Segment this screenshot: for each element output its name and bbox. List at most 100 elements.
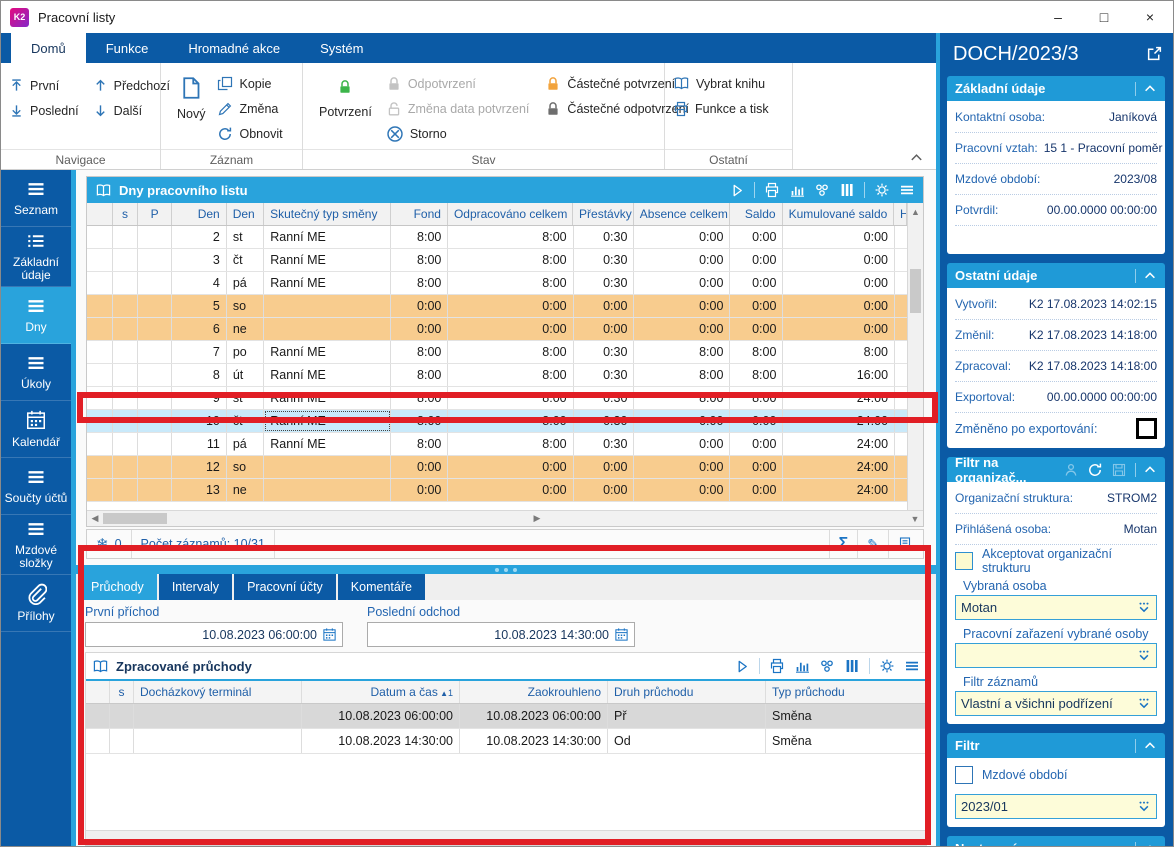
columns-toolbar-icon[interactable] <box>844 658 860 674</box>
combo-value[interactable]: 2023/01 <box>955 794 1157 819</box>
section-header-zakladni[interactable]: Základní údaje <box>947 76 1165 101</box>
cell[interactable]: 16:00 <box>783 364 895 386</box>
cell[interactable] <box>113 364 139 386</box>
gear-toolbar-icon[interactable] <box>879 658 895 674</box>
table-row-day-9[interactable]: 9stRanní ME8:008:000:308:008:0024:00 <box>87 387 907 410</box>
cell[interactable] <box>895 341 907 363</box>
cell[interactable] <box>895 318 907 340</box>
dropdown-icon[interactable] <box>1137 697 1151 711</box>
cell[interactable] <box>113 456 139 478</box>
menu-toolbar-icon[interactable] <box>904 658 920 674</box>
column-header-Přestávky[interactable]: Přestávky <box>573 203 634 225</box>
cell[interactable]: 0:00 <box>634 272 730 294</box>
passage-row[interactable]: 10.08.2023 06:00:0010.08.2023 06:00:00Př… <box>86 704 926 729</box>
cell[interactable] <box>113 226 139 248</box>
cell[interactable] <box>895 272 907 294</box>
cell[interactable]: 0:00 <box>730 318 783 340</box>
storno-button[interactable]: Storno <box>386 121 530 146</box>
cell[interactable]: 0:00 <box>391 479 448 501</box>
cell[interactable]: so <box>227 295 264 317</box>
minimize-button[interactable]: – <box>1035 1 1081 33</box>
note-add-button[interactable] <box>888 530 923 558</box>
edit-button[interactable]: ✎ <box>857 530 888 558</box>
table-row-day-5[interactable]: 5so0:000:000:000:000:000:00 <box>87 295 907 318</box>
tab-syst-m[interactable]: Systém <box>300 33 383 63</box>
column-header-Den[interactable]: Den <box>227 203 264 225</box>
cell[interactable]: 0:00 <box>634 295 730 317</box>
cell[interactable]: Př <box>608 704 766 728</box>
combo-pracovn-za-azen-vybran-osoby[interactable] <box>955 643 1157 668</box>
cell[interactable] <box>138 341 172 363</box>
splitter-handle[interactable] <box>76 565 936 574</box>
column-header-s[interactable]: s <box>113 203 139 225</box>
cell[interactable]: 8:00 <box>448 364 573 386</box>
cell[interactable] <box>138 456 172 478</box>
column-header-Ho[interactable]: Ho <box>894 203 907 225</box>
cell[interactable]: 24:00 <box>783 410 895 432</box>
cell[interactable]: Ranní ME <box>264 272 391 294</box>
passage-row[interactable]: 10.08.2023 14:30:0010.08.2023 14:30:00Od… <box>86 729 926 754</box>
cell[interactable]: 8:00 <box>783 341 895 363</box>
cell[interactable]: 24:00 <box>783 387 895 409</box>
calendar-icon[interactable] <box>322 627 337 642</box>
popout-icon[interactable] <box>1146 45 1163 62</box>
cell[interactable]: 8:00 <box>730 341 783 363</box>
cell[interactable]: 0:00 <box>634 433 730 455</box>
column-header-Saldo[interactable]: Saldo <box>730 203 783 225</box>
cell[interactable]: 0:00 <box>783 226 895 248</box>
sidebar-item-sou-ty-t-[interactable]: Součty účtů <box>1 458 71 515</box>
copy-button[interactable]: Kopie <box>217 71 282 96</box>
subgrid-column-Datum a čas[interactable]: Datum a čas ▲1 <box>302 681 460 703</box>
cell[interactable] <box>113 479 139 501</box>
vertical-scrollbar[interactable]: ▲ <box>907 203 923 510</box>
section-header-ostatni[interactable]: Ostatní údaje <box>947 263 1165 288</box>
cell[interactable]: 9 <box>172 387 227 409</box>
cell[interactable]: 8:00 <box>730 387 783 409</box>
cell[interactable] <box>113 387 139 409</box>
cell[interactable] <box>264 295 391 317</box>
confirm-button[interactable]: Potvrzení <box>311 69 380 123</box>
cell[interactable] <box>134 704 302 728</box>
cell[interactable]: 0:00 <box>391 456 448 478</box>
cell[interactable]: 0:00 <box>730 433 783 455</box>
cell[interactable] <box>895 387 907 409</box>
cell[interactable]: čt <box>227 410 264 432</box>
cell[interactable]: po <box>227 341 264 363</box>
run-toolbar-icon[interactable] <box>730 183 745 198</box>
subgrid-column-Zaokrouhleno[interactable]: Zaokrouhleno <box>460 681 608 703</box>
cell[interactable]: út <box>227 364 264 386</box>
cell[interactable]: 12 <box>172 456 227 478</box>
chart-toolbar-icon[interactable] <box>789 182 805 198</box>
sidebar-item-z-kladn-daje[interactable]: Základní údaje <box>1 227 71 287</box>
next-button[interactable]: Další <box>93 98 170 123</box>
cell[interactable]: 8:00 <box>391 364 448 386</box>
cell[interactable]: 8:00 <box>448 272 573 294</box>
sum-button[interactable]: Σ <box>829 530 858 558</box>
cell[interactable] <box>113 410 139 432</box>
cell[interactable]: st <box>227 226 264 248</box>
combo-vybran-osoba[interactable]: Motan <box>955 595 1157 620</box>
cell[interactable]: 24:00 <box>783 456 895 478</box>
gear-toolbar-icon[interactable] <box>874 182 890 198</box>
close-button[interactable]: × <box>1127 1 1173 33</box>
checkbox[interactable] <box>1136 418 1157 439</box>
cell[interactable]: 0:00 <box>730 295 783 317</box>
table-row-day-8[interactable]: 8útRanní ME8:008:000:308:008:0016:00 <box>87 364 907 387</box>
cell[interactable]: 4 <box>172 272 227 294</box>
cell[interactable] <box>87 456 113 478</box>
cell[interactable] <box>895 295 907 317</box>
column-header-indicator[interactable] <box>87 203 113 225</box>
cell[interactable]: 2 <box>172 226 227 248</box>
cell[interactable]: 8:00 <box>391 387 448 409</box>
column-header-Fond[interactable]: Fond <box>391 203 448 225</box>
cell[interactable] <box>87 364 113 386</box>
cell[interactable]: ne <box>227 318 264 340</box>
table-row-day-7[interactable]: 7poRanní ME8:008:000:308:008:008:00 <box>87 341 907 364</box>
cell[interactable]: 8 <box>172 364 227 386</box>
cell[interactable]: 0:00 <box>634 456 730 478</box>
section-header-filtr-org[interactable]: Filtr na organizač... <box>947 457 1165 482</box>
cell[interactable]: 8:00 <box>448 341 573 363</box>
sidebar-item-seznam[interactable]: Seznam <box>1 170 71 227</box>
cell[interactable]: 3 <box>172 249 227 271</box>
column-header-Den[interactable]: Den <box>172 203 227 225</box>
